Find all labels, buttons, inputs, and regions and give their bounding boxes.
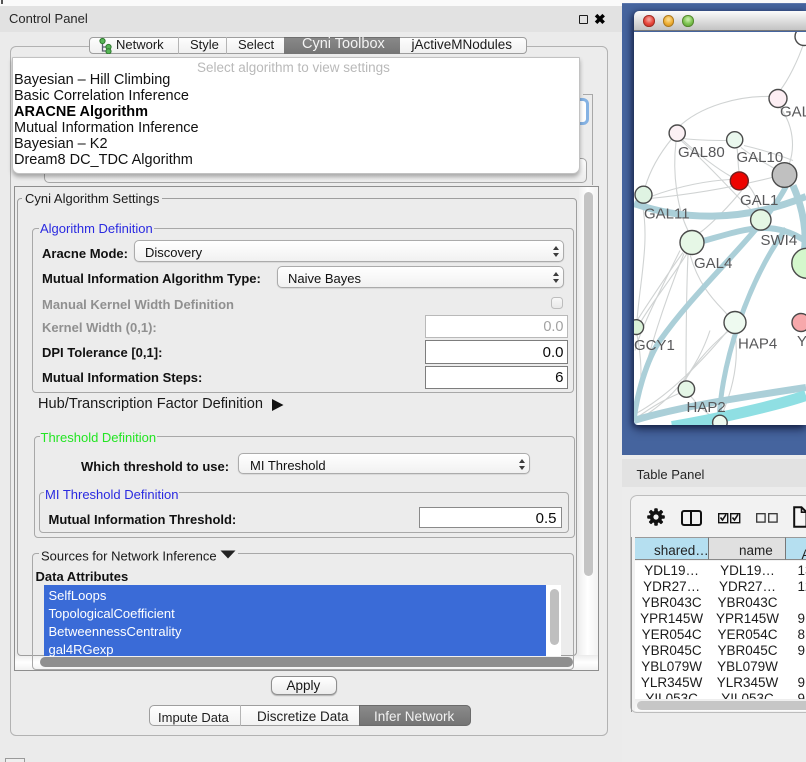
svg-text:GAL1: GAL1 xyxy=(740,192,778,209)
svg-text:GAL4: GAL4 xyxy=(694,255,732,272)
svg-text:GAL11: GAL11 xyxy=(644,205,690,222)
svg-text:SWI4: SWI4 xyxy=(761,232,798,249)
svg-text:YD: YD xyxy=(797,333,806,350)
svg-text:HAP2: HAP2 xyxy=(687,399,726,416)
svg-text:GAL10: GAL10 xyxy=(737,149,784,166)
svg-text:GAL80: GAL80 xyxy=(678,144,725,161)
svg-text:HAP4: HAP4 xyxy=(738,335,777,352)
svg-text:GCY1: GCY1 xyxy=(634,337,675,354)
svg-text:GAL2: GAL2 xyxy=(780,103,806,120)
